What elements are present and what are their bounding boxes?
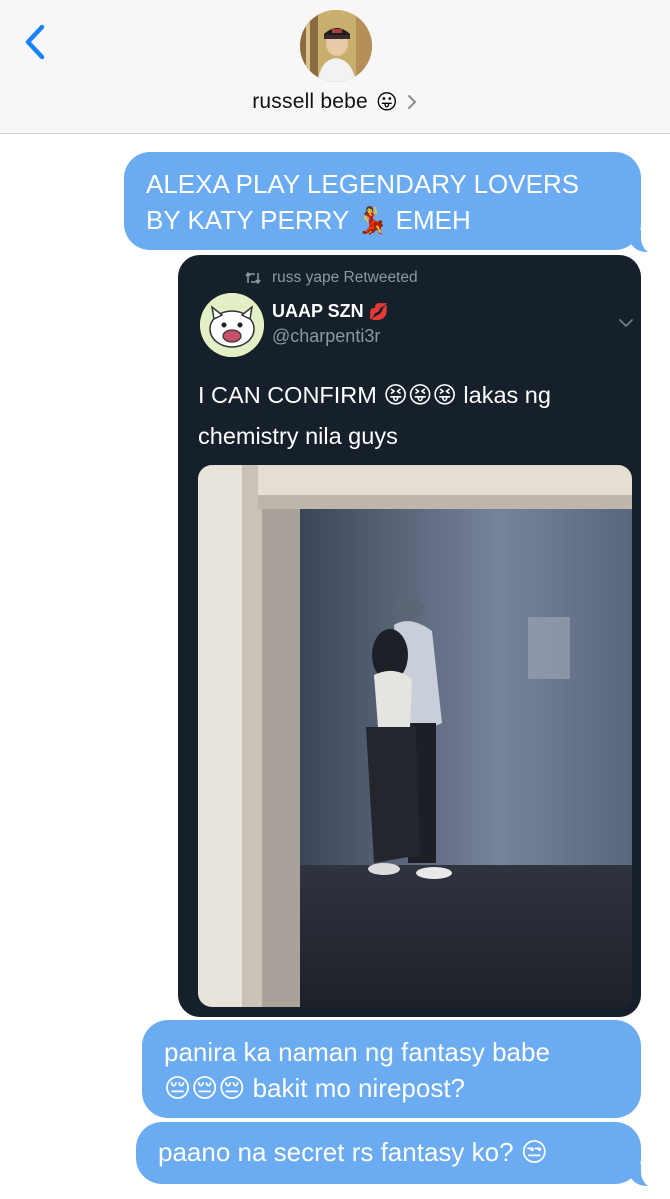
contact-name: russell bebe <box>252 90 368 113</box>
dancer-emoji-icon: 💃 <box>356 206 389 236</box>
author-name-text: UAAP SZN <box>272 301 364 321</box>
chevron-right-icon <box>407 95 416 109</box>
tweet-author-name[interactable]: UAAP SZN 💋 <box>272 301 389 322</box>
back-button[interactable] <box>18 18 58 64</box>
chevron-down-icon[interactable] <box>618 317 634 329</box>
message-text: paano na secret rs fantasy ko? <box>158 1137 514 1167</box>
retweet-label: russ yape Retweeted <box>272 269 418 286</box>
message-bubble[interactable]: panira ka naman ng fantasy babe 😔😔😔 baki… <box>142 1020 641 1118</box>
tweet-text-part: I CAN CONFIRM <box>198 382 377 408</box>
tweet-text: I CAN CONFIRM 😝😝😝 lakas ng chemistry nil… <box>198 375 628 457</box>
contact-name-button[interactable]: russell bebe 😛 <box>0 88 670 116</box>
kiss-emoji-icon: 💋 <box>368 302 389 321</box>
conversation-header: russell bebe 😛 <box>0 0 670 134</box>
squinting-tongue-emoji-icon: 😝😝😝 <box>383 381 457 409</box>
tweet-author-avatar[interactable] <box>200 293 264 357</box>
contact-avatar[interactable] <box>300 10 372 82</box>
message-text: ALEXA PLAY LEGENDARY LOVERS <box>146 169 580 199</box>
message-line: panira ka naman ng fantasy babe <box>164 1034 619 1070</box>
message-text: EMEH <box>395 205 471 235</box>
tweet-text-part: chemistry nila guys <box>198 423 398 449</box>
message-line: ALEXA PLAY LEGENDARY LOVERS <box>146 166 619 202</box>
unamused-emoji-icon: 😒 <box>520 1138 548 1168</box>
tweet-text-part: lakas ng <box>463 382 551 408</box>
retweet-card[interactable]: russ yape Retweeted UAAP SZN 💋 @charpent… <box>178 255 641 1017</box>
chevron-left-icon <box>25 24 45 60</box>
message-text: panira ka naman ng fantasy babe <box>164 1037 550 1067</box>
pensive-emoji-icon: 😔😔😔 <box>164 1074 246 1104</box>
message-line: BY KATY PERRY 💃 EMEH <box>146 202 619 239</box>
retweet-icon <box>245 272 261 284</box>
tweet-author-handle[interactable]: @charpenti3r <box>272 326 380 347</box>
tweet-video-thumbnail[interactable] <box>198 465 632 1007</box>
retweet-indicator: russ yape Retweeted <box>244 267 418 289</box>
message-bubble[interactable]: ALEXA PLAY LEGENDARY LOVERS BY KATY PERR… <box>124 152 641 250</box>
message-line: 😔😔😔 bakit mo nirepost? <box>164 1070 619 1107</box>
message-text: bakit mo nirepost? <box>252 1073 466 1103</box>
message-text: BY KATY PERRY <box>146 205 349 235</box>
tongue-emoji-icon: 😛 <box>375 90 398 114</box>
message-bubble[interactable]: paano na secret rs fantasy ko? 😒 <box>136 1122 641 1184</box>
